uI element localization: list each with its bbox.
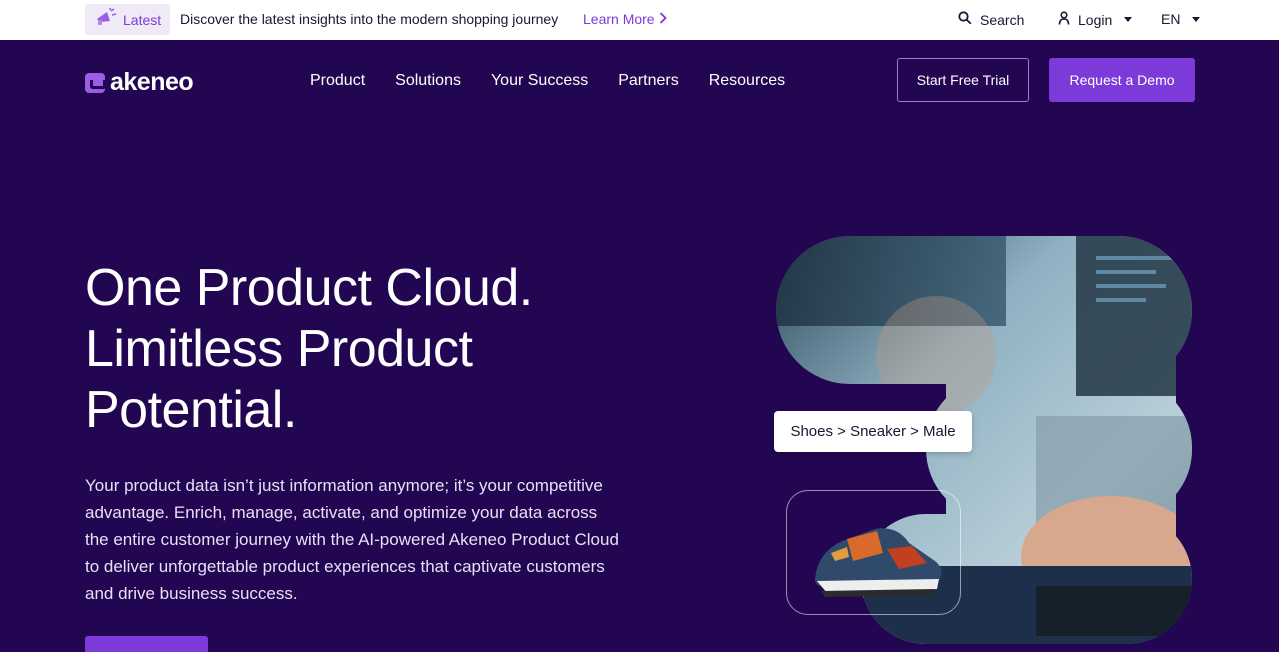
search-label: Search bbox=[980, 11, 1025, 28]
headline-line-1: One Product Cloud. bbox=[85, 259, 533, 317]
nav-item-your-success[interactable]: Your Success bbox=[491, 72, 588, 90]
login-label: Login bbox=[1078, 11, 1113, 28]
headline-line-2: Limitless Product bbox=[85, 320, 473, 378]
latest-badge[interactable]: Latest bbox=[85, 4, 170, 35]
learn-more-link[interactable]: Learn More bbox=[583, 11, 667, 27]
chevron-right-icon bbox=[659, 11, 667, 27]
search-button[interactable]: Search bbox=[958, 11, 1024, 28]
headline-line-3: Potential. bbox=[85, 381, 297, 439]
request-demo-button[interactable]: Request a Demo bbox=[1049, 58, 1195, 102]
hero-section: akeneo Product Solutions Your Success Pa… bbox=[0, 40, 1279, 652]
caret-down-icon bbox=[1124, 17, 1133, 22]
product-shoe-card bbox=[786, 490, 961, 615]
announcement-text: Discover the latest insights into the mo… bbox=[180, 11, 559, 27]
language-dropdown[interactable]: EN bbox=[1161, 11, 1201, 27]
category-breadcrumb-card: Shoes > Sneaker > Male bbox=[774, 411, 972, 452]
nav-item-resources[interactable]: Resources bbox=[709, 72, 785, 90]
hero-headline: One Product Cloud. Limitless Product Pot… bbox=[85, 258, 705, 441]
start-free-trial-button[interactable]: Start Free Trial bbox=[897, 58, 1029, 102]
latest-badge-label: Latest bbox=[123, 11, 162, 28]
akeneo-logo[interactable]: akeneo bbox=[85, 68, 194, 97]
nav-item-solutions[interactable]: Solutions bbox=[395, 72, 461, 90]
logo-text: akeneo bbox=[110, 68, 194, 96]
language-label: EN bbox=[1161, 11, 1181, 27]
user-icon bbox=[1058, 11, 1070, 28]
sneaker-image bbox=[815, 528, 942, 597]
megaphone-icon bbox=[95, 7, 117, 31]
main-nav: Product Solutions Your Success Partners … bbox=[310, 72, 785, 90]
login-dropdown[interactable]: Login bbox=[1058, 11, 1133, 28]
announcement-bar: Latest Discover the latest insights into… bbox=[0, 0, 1279, 40]
nav-item-product[interactable]: Product bbox=[310, 72, 365, 90]
hero-cta-button[interactable] bbox=[85, 636, 208, 652]
search-icon bbox=[958, 11, 972, 28]
caret-down-icon bbox=[1192, 16, 1201, 22]
nav-item-partners[interactable]: Partners bbox=[618, 72, 678, 90]
hero-subtext: Your product data isn’t just information… bbox=[85, 476, 619, 603]
logo-mark-icon bbox=[85, 72, 106, 93]
learn-more-label: Learn More bbox=[583, 11, 655, 27]
